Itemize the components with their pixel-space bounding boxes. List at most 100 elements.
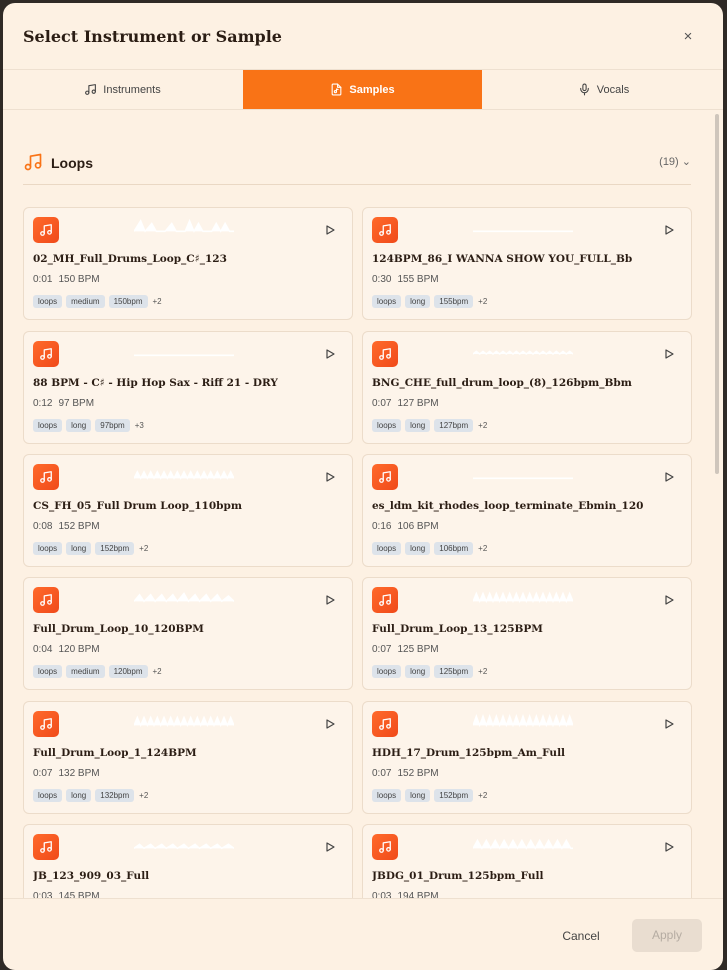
play-icon[interactable]	[325, 719, 335, 729]
sample-card[interactable]: Full_Drum_Loop_13_125BPM 0:07 125 BPM loo…	[362, 577, 692, 690]
sample-name: 88 BPM - C♯ - Hip Hop Sax - Riff 21 - DR…	[33, 377, 278, 389]
play-icon[interactable]	[325, 595, 335, 605]
dialog-header: Select Instrument or Sample ×	[3, 3, 723, 70]
waveform	[473, 230, 573, 233]
tab-vocals[interactable]: Vocals	[484, 70, 723, 109]
music-note-icon	[40, 841, 52, 853]
sample-name: es_ldm_kit_rhodes_loop_terminate_Ebmin_1…	[372, 500, 644, 512]
section-count-toggle[interactable]: (19) ⌄	[659, 155, 691, 168]
sample-tags: loops long 152bpm +2	[372, 789, 487, 802]
sample-tag: long	[66, 419, 92, 432]
play-icon[interactable]	[325, 842, 335, 852]
sample-tags: loops long 127bpm +2	[372, 419, 487, 432]
play-icon[interactable]	[664, 349, 674, 359]
play-icon[interactable]	[325, 225, 335, 235]
sample-tags: loops long 152bpm +2	[33, 542, 148, 555]
sample-duration: 0:30	[372, 274, 392, 285]
waveform	[134, 218, 234, 233]
sample-duration: 0:07	[33, 768, 53, 779]
scrollbar[interactable]	[715, 114, 719, 474]
sample-tag: long	[66, 789, 92, 802]
sample-card[interactable]: BNG_CHE_full_drum_loop_(8)_126bpm_Bbm 0:…	[362, 331, 692, 444]
apply-button[interactable]: Apply	[632, 919, 702, 952]
more-tags-count: +2	[478, 421, 488, 430]
sample-tag: loops	[33, 295, 63, 308]
sample-thumbnail	[372, 834, 398, 860]
sample-tags: loops medium 120bpm +2	[33, 665, 162, 678]
music-note-icon	[379, 348, 391, 360]
sample-meta: 0:07 125 BPM	[372, 644, 439, 655]
sample-thumbnail	[372, 587, 398, 613]
play-icon[interactable]	[664, 842, 674, 852]
sample-bpm: 150 BPM	[58, 274, 100, 285]
sample-bpm: 120 BPM	[58, 644, 100, 655]
sample-bpm: 97 BPM	[58, 398, 95, 409]
sample-tag: 120bpm	[108, 665, 148, 678]
play-icon[interactable]	[664, 595, 674, 605]
sample-bpm: 152 BPM	[397, 768, 439, 779]
sample-tag: 152bpm	[95, 542, 135, 555]
music-note-icon	[40, 471, 52, 483]
section-count: (19)	[659, 156, 679, 168]
sample-card[interactable]: 124BPM_86_I WANNA SHOW YOU_FULL_Bb 0:30 1…	[362, 207, 692, 320]
sample-duration: 0:03	[372, 891, 392, 898]
sample-bpm: 132 BPM	[58, 768, 100, 779]
sample-duration: 0:07	[372, 644, 392, 655]
sample-name: Full_Drum_Loop_1_124BPM	[33, 747, 197, 759]
sample-tag: medium	[66, 295, 105, 308]
sample-card[interactable]: es_ldm_kit_rhodes_loop_terminate_Ebmin_1…	[362, 454, 692, 567]
sample-tags: loops long 155bpm +2	[372, 295, 487, 308]
music-note-icon	[379, 471, 391, 483]
sample-tags: loops long 97bpm +3	[33, 419, 144, 432]
sample-tags: loops long 132bpm +2	[33, 789, 148, 802]
sample-bpm: 125 BPM	[397, 644, 439, 655]
music-note-icon	[40, 224, 52, 236]
sample-tag: loops	[372, 789, 402, 802]
sample-meta: 0:30 155 BPM	[372, 274, 439, 285]
more-tags-count: +2	[152, 297, 162, 306]
sample-card[interactable]: JBDG_01_Drum_125bpm_Full 0:03 194 BPM	[362, 824, 692, 898]
play-icon[interactable]	[664, 719, 674, 729]
sample-meta: 0:07 132 BPM	[33, 768, 100, 779]
sample-card[interactable]: Full_Drum_Loop_1_124BPM 0:07 132 BPM loop…	[23, 701, 353, 814]
sample-card[interactable]: HDH_17_Drum_125bpm_Am_Full 0:07 152 BPM l…	[362, 701, 692, 814]
sample-name: Full_Drum_Loop_13_125BPM	[372, 623, 543, 635]
music-note-icon	[40, 718, 52, 730]
sample-meta: 0:12 97 BPM	[33, 398, 94, 409]
sample-thumbnail	[33, 587, 59, 613]
sample-tag: loops	[372, 295, 402, 308]
more-tags-count: +2	[152, 667, 162, 676]
sample-tag: 155bpm	[434, 295, 474, 308]
sample-duration: 0:07	[372, 768, 392, 779]
cancel-button[interactable]: Cancel	[551, 925, 611, 947]
microphone-icon	[579, 83, 589, 96]
sample-card[interactable]: CS_FH_05_Full Drum Loop_110bpm 0:08 152 B…	[23, 454, 353, 567]
play-icon[interactable]	[664, 472, 674, 482]
sample-card[interactable]: Full_Drum_Loop_10_120BPM 0:04 120 BPM loo…	[23, 577, 353, 690]
sample-list-scroll-area[interactable]: Loops (19) ⌄ 02_MH_Full_Drums_Loop_C♯_12…	[3, 110, 723, 898]
sample-duration: 0:16	[372, 521, 392, 532]
waveform	[134, 592, 234, 603]
sample-duration: 0:03	[33, 891, 53, 898]
tab-instruments[interactable]: Instruments	[3, 70, 242, 109]
sample-bpm: 106 BPM	[397, 521, 439, 532]
sample-card[interactable]: 88 BPM - C♯ - Hip Hop Sax - Riff 21 - DR…	[23, 331, 353, 444]
sample-name: Full_Drum_Loop_10_120BPM	[33, 623, 204, 635]
sample-card[interactable]: 02_MH_Full_Drums_Loop_C♯_123 0:01 150 BPM…	[23, 207, 353, 320]
play-icon[interactable]	[664, 225, 674, 235]
music-note-icon	[379, 841, 391, 853]
sample-duration: 0:12	[33, 398, 53, 409]
tab-samples[interactable]: Samples	[243, 70, 482, 109]
play-icon[interactable]	[325, 349, 335, 359]
waveform	[134, 843, 234, 850]
close-icon[interactable]: ×	[681, 29, 695, 44]
sample-tag: long	[405, 789, 431, 802]
sample-tag: 132bpm	[95, 789, 135, 802]
sample-card[interactable]: JB_123_909_03_Full 0:03 145 BPM	[23, 824, 353, 898]
play-icon[interactable]	[325, 472, 335, 482]
music-note-icon	[40, 594, 52, 606]
music-note-icon	[379, 224, 391, 236]
sample-name: JB_123_909_03_Full	[33, 870, 150, 882]
loops-section-header[interactable]: Loops (19) ⌄	[23, 150, 691, 185]
sample-meta: 0:07 152 BPM	[372, 768, 439, 779]
